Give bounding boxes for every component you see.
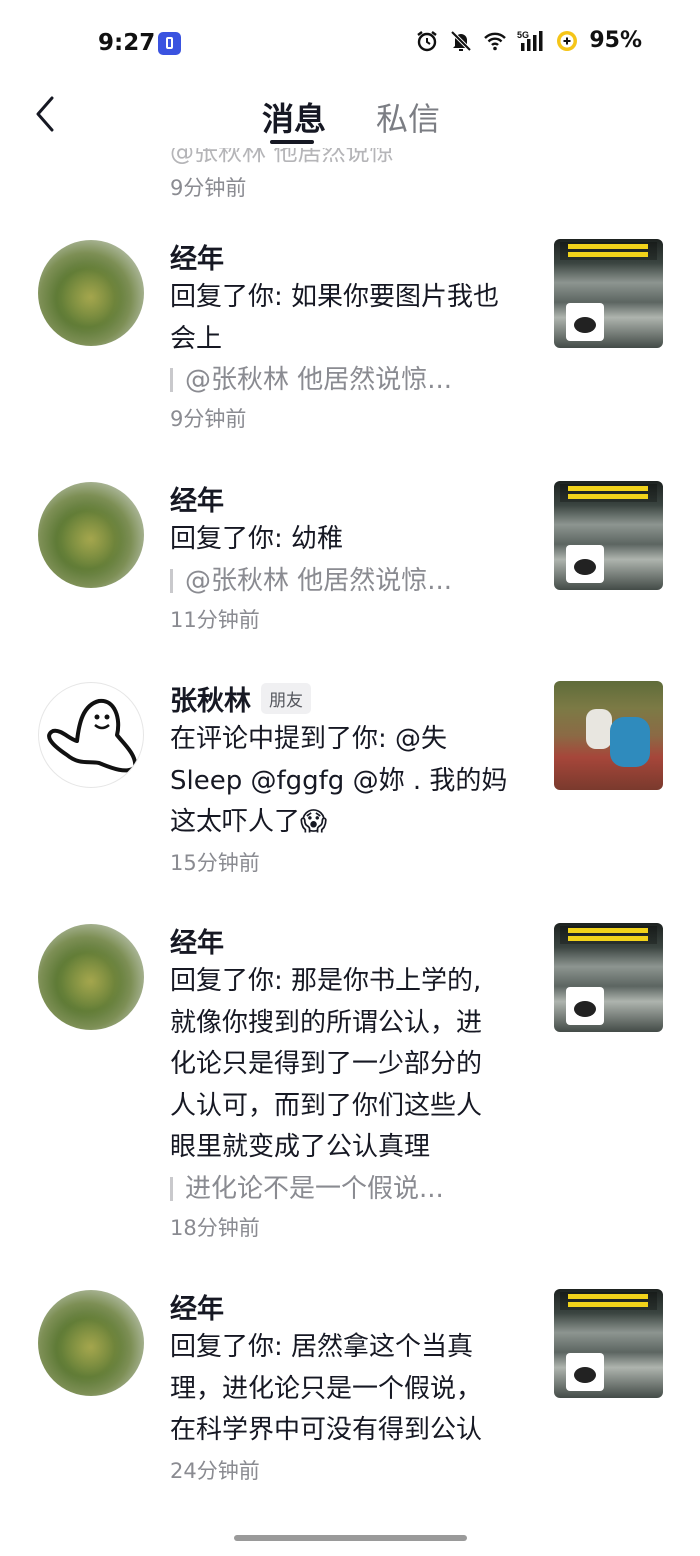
network-label: 5G [517,30,529,40]
list-item[interactable]: 经年 回复了你: 幼稚 @张秋林 他居然说惊... 11分钟前 [0,478,700,678]
avatar[interactable] [38,924,144,1030]
notification-text: 在评论中提到了你: @失 Sleep @fggfg @妳 . 我的妈 这太吓人了… [170,724,508,837]
app-icon [158,32,181,55]
notification-content: 张秋林 朋友 在评论中提到了你: @失 Sleep @fggfg @妳 . 我的妈… [170,678,530,880]
video-thumbnail[interactable] [554,239,663,348]
quoted-comment: @张秋林 他居然说惊 [170,148,394,166]
friend-badge: 朋友 [261,682,311,714]
user-name[interactable]: 经年 [170,921,224,960]
notification-text: 回复了你: 如果你要图片我也 会上 [170,282,500,354]
quote-text: 进化论不是一个假说... [185,1173,444,1204]
quoted-comment: @张秋林 他居然说惊... [170,561,530,601]
list-item-partial[interactable]: @张秋林 他居然说惊 9分钟前 [0,148,700,208]
battery-saver-icon [557,30,578,51]
timestamp: 15分钟前 [170,850,260,875]
home-indicator[interactable] [234,1535,467,1541]
notification-content: 经年 回复了你: 幼稚 @张秋林 他居然说惊... 11分钟前 [170,478,530,637]
video-thumbnail[interactable] [554,681,663,790]
status-icons: 5G 95% [415,28,642,53]
quoted-comment: @张秋林 他居然说惊... [170,360,530,400]
user-name[interactable]: 经年 [170,237,224,276]
wifi-icon [484,32,507,50]
video-thumbnail[interactable] [554,1289,663,1398]
quote-text: @张秋林 他居然说惊... [185,565,453,596]
notification-content: 经年 回复了你: 居然拿这个当真 理，进化论只是一个假说， 在科学界中可没有得到… [170,1286,530,1488]
panda-sticker [566,545,604,583]
list-item[interactable]: 张秋林 朋友 在评论中提到了你: @失 Sleep @fggfg @妳 . 我的妈… [0,678,700,920]
avatar[interactable] [38,682,144,788]
signal-icon: 5G [517,30,543,51]
list-item[interactable]: 经年 回复了你: 居然拿这个当真 理，进化论只是一个假说， 在科学界中可没有得到… [0,1286,700,1506]
ghost-drawing [47,698,138,773]
thumbnail-caption [560,242,657,260]
notification-text: 回复了你: 幼稚 [170,524,344,554]
status-bar: 9:27 5G 95% [0,0,700,88]
timestamp: 18分钟前 [170,1215,260,1240]
notification-content: 经年 回复了你: 那是你书上学的, 就像你搜到的所谓公认，进 化论只是得到了一少… [170,920,530,1245]
user-name[interactable]: 张秋林 [170,679,251,718]
quoted-comment: 进化论不是一个假说... [170,1169,530,1209]
battery-level: 95% [589,28,642,53]
list-item[interactable]: 经年 回复了你: 如果你要图片我也 会上 @张秋林 他居然说惊... 9分钟前 [0,236,700,478]
thumbnail-caption [560,926,657,944]
alarm-icon [417,30,438,51]
list-item[interactable]: 经年 回复了你: 那是你书上学的, 就像你搜到的所谓公认，进 化论只是得到了一少… [0,920,700,1286]
timestamp: 9分钟前 [170,176,247,200]
chevron-left-icon [36,96,54,132]
active-tab-indicator [270,140,314,144]
timestamp: 9分钟前 [170,407,247,431]
tab-messages[interactable]: 消息 [262,94,326,140]
quote-text: @张秋林 他居然说惊... [185,365,453,395]
video-thumbnail[interactable] [554,481,663,590]
quote-bar [170,568,173,593]
panda-sticker [566,987,604,1025]
notification-text: 回复了你: 居然拿这个当真 理，进化论只是一个假说， 在科学界中可没有得到公认 [170,1332,483,1445]
notification-list: 经年 回复了你: 如果你要图片我也 会上 @张秋林 他居然说惊... 9分钟前 … [0,236,700,1506]
thumbnail-caption [560,484,657,502]
thumbnail-caption [560,1292,657,1310]
mute-icon [450,30,472,51]
panda-sticker [566,303,604,341]
notification-content: 经年 回复了你: 如果你要图片我也 会上 @张秋林 他居然说惊... 9分钟前 [170,236,530,436]
video-thumbnail[interactable] [554,923,663,1032]
avatar[interactable] [38,482,144,588]
avatar[interactable] [38,240,144,346]
quote-bar [170,368,173,392]
notification-text: 回复了你: 那是你书上学的, 就像你搜到的所谓公认，进 化论只是得到了一少部分的… [170,966,483,1162]
status-time: 9:27 [98,30,156,56]
timestamp: 24分钟前 [170,1458,260,1483]
user-name[interactable]: 经年 [170,1287,224,1326]
top-nav: 消息 私信 [0,88,700,148]
avatar[interactable] [38,1290,144,1396]
back-button[interactable] [30,94,66,134]
timestamp: 11分钟前 [170,607,260,632]
tab-direct-messages[interactable]: 私信 [376,94,440,140]
quote-bar [170,1176,173,1201]
user-name[interactable]: 经年 [170,479,224,518]
panda-sticker [566,1353,604,1391]
